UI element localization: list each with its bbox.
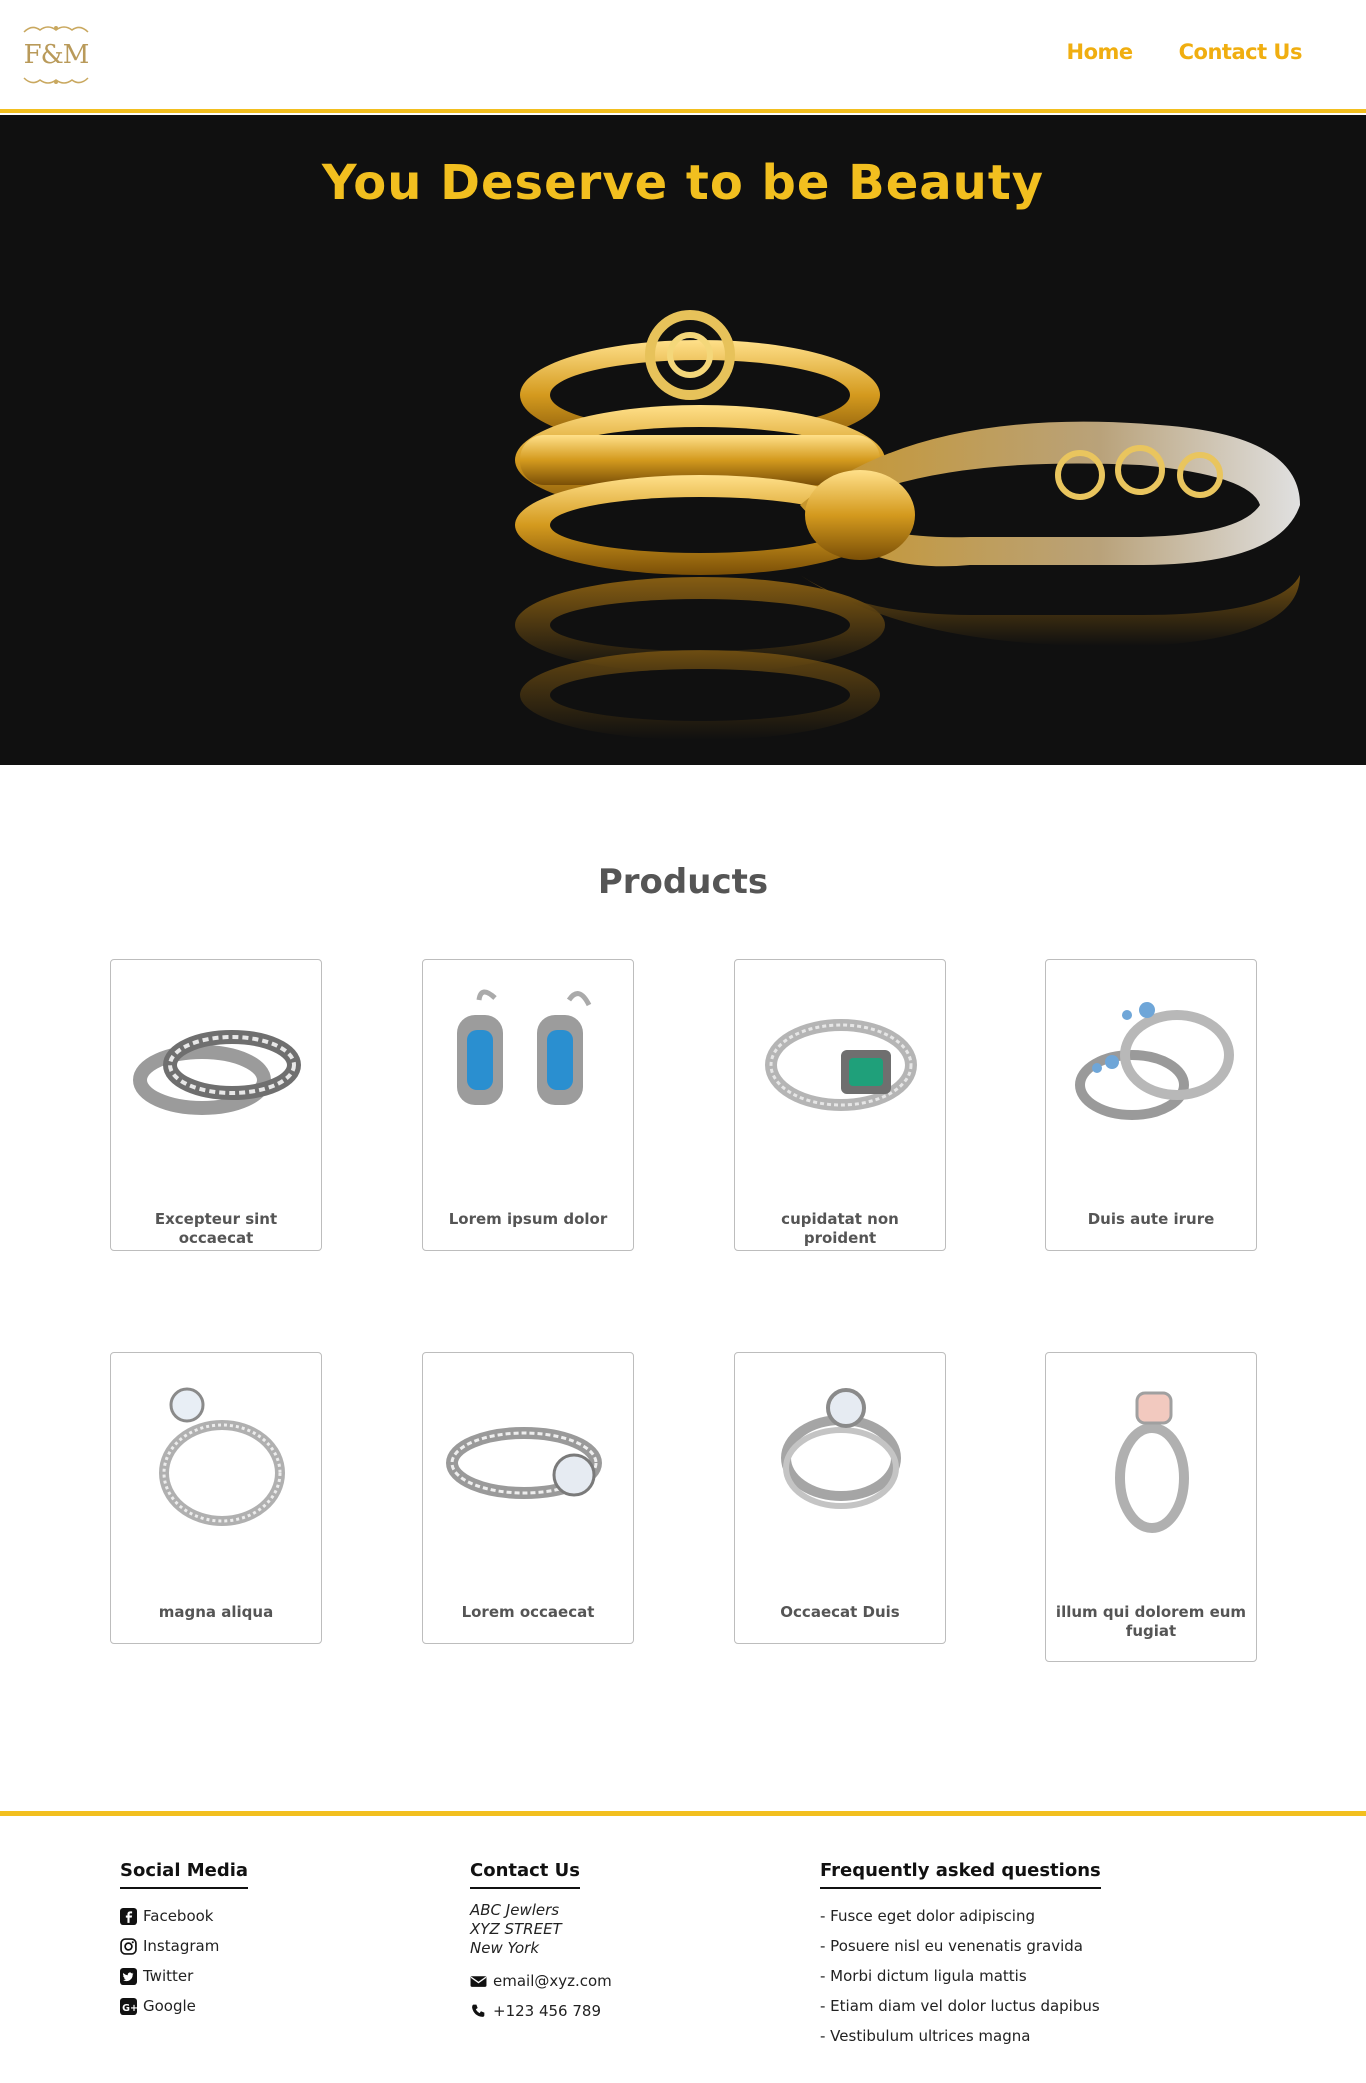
product-card[interactable]: magna aliqua <box>110 1352 322 1644</box>
emerald-ring-image <box>765 1019 917 1111</box>
product-card[interactable]: Lorem ipsum dolor <box>422 959 634 1251</box>
address-block: ABC Jewlers XYZ STREET New York <box>470 1901 612 1958</box>
blue-topaz-earrings-image <box>457 989 592 1105</box>
product-card[interactable]: cupidatat non proident <box>734 959 946 1251</box>
hero-banner: You Deserve to be Beauty <box>0 115 1366 765</box>
faq-item[interactable]: - Etiam diam vel dolor luctus dapibus <box>820 1991 1101 2021</box>
product-card[interactable]: Lorem occaecat <box>422 1352 634 1644</box>
svg-text:G+: G+ <box>122 2002 137 2013</box>
gold-bangles-image <box>515 310 1300 740</box>
main-nav: Home Contact Us <box>1067 40 1303 64</box>
products-heading: Products <box>597 862 769 902</box>
solitaire-ring-image <box>159 1387 285 1526</box>
faq-heading: Frequently asked questions <box>820 1860 1101 1889</box>
address-line: XYZ STREET <box>470 1920 562 1938</box>
site-header: F&M Home Contact Us <box>0 0 1366 113</box>
product-card[interactable]: illum qui dolorem eum fugiat <box>1045 1352 1257 1662</box>
product-caption: illum qui dolorem eum fugiat <box>1055 1603 1247 1640</box>
contact-column: Contact Us ABC Jewlers XYZ STREET New Yo… <box>470 1860 612 2026</box>
facebook-link[interactable]: Facebook <box>120 1901 248 1931</box>
product-card[interactable]: Excepteur sint occaecat <box>110 959 322 1251</box>
instagram-link[interactable]: Instagram <box>120 1931 248 1961</box>
faq-item[interactable]: - Morbi dictum ligula mattis <box>820 1961 1101 1991</box>
social-media-heading: Social Media <box>120 1860 249 1889</box>
logo-ornament-top <box>23 26 89 33</box>
faq-item[interactable]: - Vestibulum ultrices magna <box>820 2021 1101 2051</box>
hero-title: You Deserve to be Beauty <box>321 155 1045 211</box>
product-caption: Occaecat Duis <box>780 1603 900 1621</box>
halo-ring-image <box>781 1388 901 1509</box>
product-caption: magna aliqua <box>158 1603 274 1621</box>
brand-logo[interactable]: F&M <box>22 24 90 86</box>
twitter-link[interactable]: Twitter <box>120 1961 248 1991</box>
google-plus-icon: G+ <box>120 1997 137 2015</box>
contact-heading: Contact Us <box>470 1860 581 1889</box>
email-label: email@xyz.com <box>493 1972 612 1990</box>
product-caption: Duis aute irure <box>1087 1210 1215 1228</box>
product-caption: Lorem ipsum dolor <box>448 1210 608 1228</box>
diamond-band-ring-image <box>446 1427 602 1499</box>
facebook-label: Facebook <box>143 1907 214 1925</box>
google-link[interactable]: G+ Google <box>120 1991 248 2021</box>
email-link[interactable]: email@xyz.com <box>470 1966 612 1996</box>
facebook-icon <box>120 1907 137 1925</box>
faq-item[interactable]: - Fusce eget dolor adipiscing <box>820 1901 1101 1931</box>
product-card[interactable]: Duis aute irure <box>1045 959 1257 1251</box>
product-card[interactable]: Occaecat Duis <box>734 1352 946 1644</box>
address-line: New York <box>470 1939 540 1957</box>
social-media-column: Social Media Facebook Instagram Twitter … <box>120 1860 249 2021</box>
logo-ornament-bottom <box>23 77 89 84</box>
product-caption: cupidatat non proident <box>781 1210 899 1247</box>
google-label: Google <box>143 1997 196 2015</box>
phone-link[interactable]: +123 456 789 <box>470 1996 612 2026</box>
product-caption: Excepteur sint occaecat <box>154 1210 278 1247</box>
faq-item[interactable]: - Posuere nisl eu venenatis gravida <box>820 1931 1101 1961</box>
address-line: ABC Jewlers <box>470 1901 560 1919</box>
site-footer: Social Media Facebook Instagram Twitter … <box>0 1811 1366 2083</box>
nav-home-link[interactable]: Home <box>1067 40 1134 64</box>
phone-icon <box>472 2004 485 2017</box>
twitter-label: Twitter <box>143 1967 194 1985</box>
nav-contact-link[interactable]: Contact Us <box>1179 40 1303 64</box>
blue-stone-twin-rings-image <box>1075 1002 1234 1120</box>
instagram-label: Instagram <box>143 1937 220 1955</box>
twitter-icon <box>120 1967 137 1985</box>
pink-stone-ring-image <box>1115 1391 1189 1533</box>
product-caption: Lorem occaecat <box>461 1603 595 1621</box>
logo-monogram: F&M <box>23 40 90 70</box>
stacked-silver-bands-image <box>133 1030 301 1115</box>
phone-label: +123 456 789 <box>493 2002 601 2020</box>
instagram-icon <box>120 1937 137 1955</box>
envelope-icon <box>470 1975 487 1987</box>
faq-column: Frequently asked questions - Fusce eget … <box>820 1860 1101 2051</box>
